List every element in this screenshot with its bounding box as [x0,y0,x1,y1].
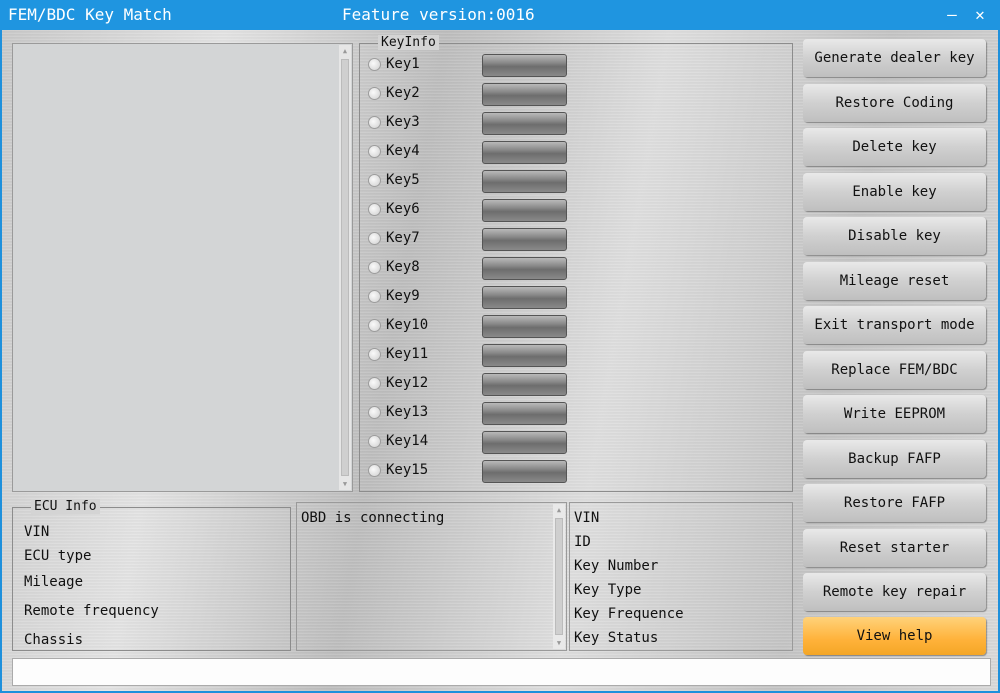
window-title: FEM/BDC Key Match [8,5,172,24]
key-radio[interactable] [368,435,381,448]
write-eeprom-button[interactable]: Write EEPROM [803,395,986,433]
key-slot-button[interactable] [482,54,567,77]
client-area: ▲ ▼ KeyInfo Key1 Key2 Key3 Key4 Key5 Key… [2,30,998,691]
keyinfo-group: KeyInfo Key1 Key2 Key3 Key4 Key5 Key6 Ke… [359,35,793,492]
key-slot-button[interactable] [482,431,567,454]
ecu-field-vin: VIN [24,524,50,540]
close-icon[interactable]: ✕ [968,3,992,27]
key-label: Key5 [386,172,420,188]
key-label: Key4 [386,143,420,159]
key-label: Key6 [386,201,420,217]
key-detail-type: Key Type [574,582,642,598]
key-label: Key9 [386,288,420,304]
key-label: Key14 [386,433,429,449]
key-slot-button[interactable] [482,83,567,106]
feature-version: Feature version:0016 [342,5,535,24]
key-slot-button[interactable] [482,170,567,193]
key-label: Key8 [386,259,420,275]
scroll-up-icon[interactable]: ▲ [553,504,565,516]
log-scrollbar[interactable]: ▲ ▼ [339,45,351,490]
ecu-info-legend: ECU Info [31,499,100,514]
key-slot-button[interactable] [482,373,567,396]
key-detail-status: Key Status [574,630,659,646]
key-slot-button[interactable] [482,460,567,483]
scroll-thumb[interactable] [341,59,349,476]
replace-fem-bdc-button[interactable]: Replace FEM/BDC [803,351,986,389]
key-label: Key7 [386,230,420,246]
key-label: Key3 [386,114,420,130]
key-radio[interactable] [368,290,381,303]
restore-coding-button[interactable]: Restore Coding [803,84,986,122]
scroll-thumb[interactable] [555,518,563,635]
app-window: FEM/BDC Key Match Feature version:0016 –… [0,0,1000,693]
key-label: Key1 [386,56,420,72]
status-box: OBD is connecting ▲ ▼ [296,502,567,651]
backup-fafp-button[interactable]: Backup FAFP [803,440,986,478]
key-label: Key2 [386,85,420,101]
key-slot-button[interactable] [482,344,567,367]
key-detail-panel: VIN ID Key Number Key Type Key Frequence… [569,502,793,651]
key-slot-button[interactable] [482,286,567,309]
mileage-reset-button[interactable]: Mileage reset [803,262,986,300]
key-radio[interactable] [368,232,381,245]
key-radio[interactable] [368,348,381,361]
minimize-icon[interactable]: – [940,3,964,27]
key-detail-number: Key Number [574,558,659,574]
key-label: Key12 [386,375,429,391]
key-slot-button[interactable] [482,199,567,222]
key-label: Key15 [386,462,429,478]
key-detail-id: ID [574,534,591,550]
generate-dealer-key-button[interactable]: Generate dealer key [803,39,986,77]
key-radio[interactable] [368,203,381,216]
ecu-field-remote-frequency: Remote frequency [24,603,159,619]
ecu-info-group: ECU Info VIN ECU type Mileage Remote fre… [12,499,291,651]
status-scrollbar[interactable]: ▲ ▼ [553,504,565,649]
key-detail-frequence: Key Frequence [574,606,684,622]
delete-key-button[interactable]: Delete key [803,128,986,166]
key-radio[interactable] [368,174,381,187]
reset-starter-button[interactable]: Reset starter [803,529,986,567]
key-label: Key11 [386,346,429,362]
key-radio[interactable] [368,116,381,129]
key-slot-button[interactable] [482,141,567,164]
disable-key-button[interactable]: Disable key [803,217,986,255]
key-slot-button[interactable] [482,257,567,280]
key-radio[interactable] [368,377,381,390]
key-label: Key10 [386,317,429,333]
keyinfo-legend: KeyInfo [378,35,439,50]
key-slot-button[interactable] [482,402,567,425]
ecu-field-mileage: Mileage [24,574,84,590]
key-radio[interactable] [368,406,381,419]
remote-key-repair-button[interactable]: Remote key repair [803,573,986,611]
scroll-down-icon[interactable]: ▼ [553,637,565,649]
key-slot-button[interactable] [482,228,567,251]
key-label: Key13 [386,404,429,420]
ecu-field-chassis: Chassis [24,632,84,648]
key-radio[interactable] [368,319,381,332]
status-message: OBD is connecting [301,510,445,526]
log-panel: ▲ ▼ [12,43,353,492]
view-help-button[interactable]: View help [803,617,986,655]
scroll-up-icon[interactable]: ▲ [339,45,351,57]
key-radio[interactable] [368,87,381,100]
ecu-field-type: ECU type [24,548,92,564]
restore-fafp-button[interactable]: Restore FAFP [803,484,986,522]
status-bar [12,658,991,686]
exit-transport-mode-button[interactable]: Exit transport mode [803,306,986,344]
enable-key-button[interactable]: Enable key [803,173,986,211]
key-radio[interactable] [368,145,381,158]
key-slot-button[interactable] [482,112,567,135]
key-radio[interactable] [368,58,381,71]
key-radio[interactable] [368,261,381,274]
key-radio[interactable] [368,464,381,477]
title-bar: FEM/BDC Key Match Feature version:0016 –… [0,0,1000,30]
scroll-down-icon[interactable]: ▼ [339,478,351,490]
key-slot-button[interactable] [482,315,567,338]
key-detail-vin: VIN [574,510,600,526]
